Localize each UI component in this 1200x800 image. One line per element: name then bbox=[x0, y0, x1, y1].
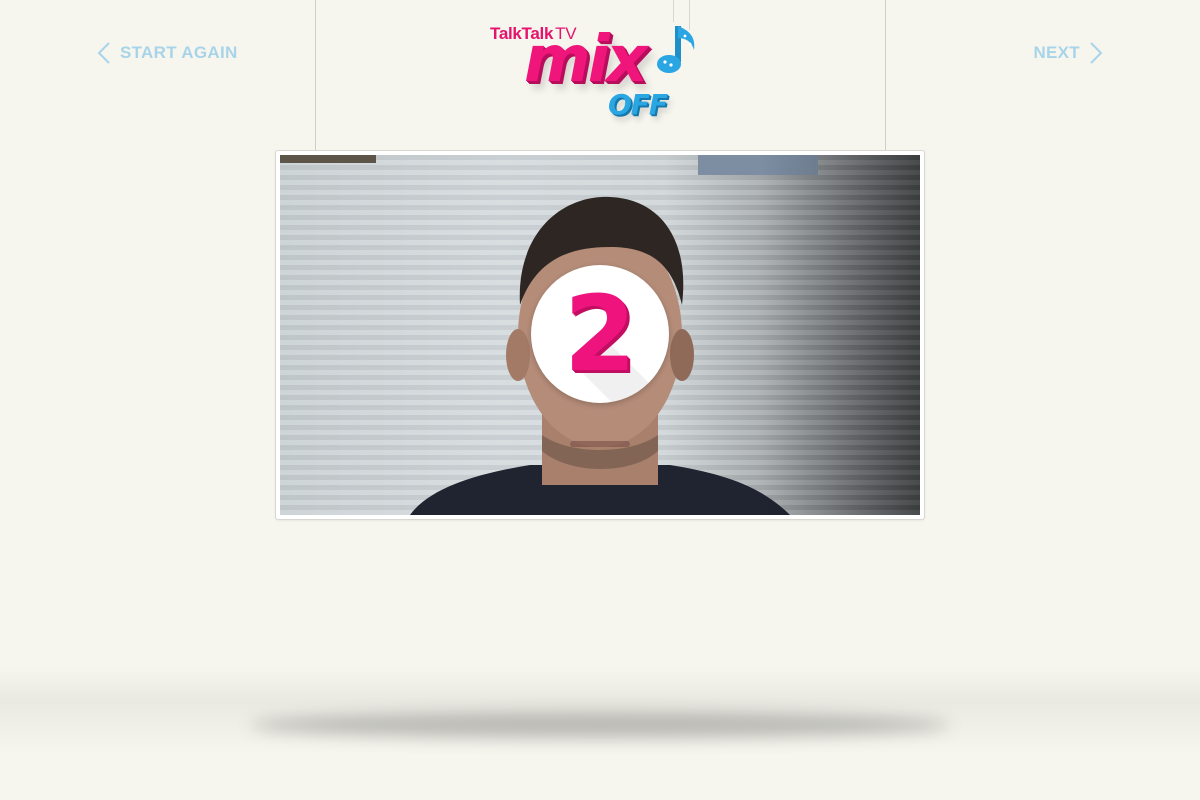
webcam-frame: 2 bbox=[275, 150, 925, 520]
music-note-icon bbox=[654, 22, 700, 87]
start-again-button[interactable]: START AGAIN bbox=[98, 42, 238, 64]
next-button[interactable]: NEXT bbox=[1033, 42, 1102, 64]
next-label: NEXT bbox=[1033, 43, 1080, 62]
chevron-right-icon bbox=[1090, 42, 1102, 64]
frame-floor-shadow bbox=[250, 712, 950, 738]
hanging-string-left bbox=[315, 0, 316, 150]
start-again-label: START AGAIN bbox=[120, 43, 238, 62]
logo-title-mix: mix bbox=[524, 23, 648, 97]
webcam-feed: 2 bbox=[280, 155, 920, 515]
chevron-left-icon bbox=[98, 42, 110, 64]
countdown-number: 2 bbox=[563, 273, 637, 395]
countdown-badge: 2 bbox=[531, 265, 669, 403]
hanging-string-right bbox=[885, 0, 886, 150]
logo-title-off: OFF bbox=[608, 88, 668, 121]
talktalk-mix-off-logo: TalkTalk TV mix OFF bbox=[488, 18, 718, 143]
floor-band bbox=[0, 665, 1200, 755]
